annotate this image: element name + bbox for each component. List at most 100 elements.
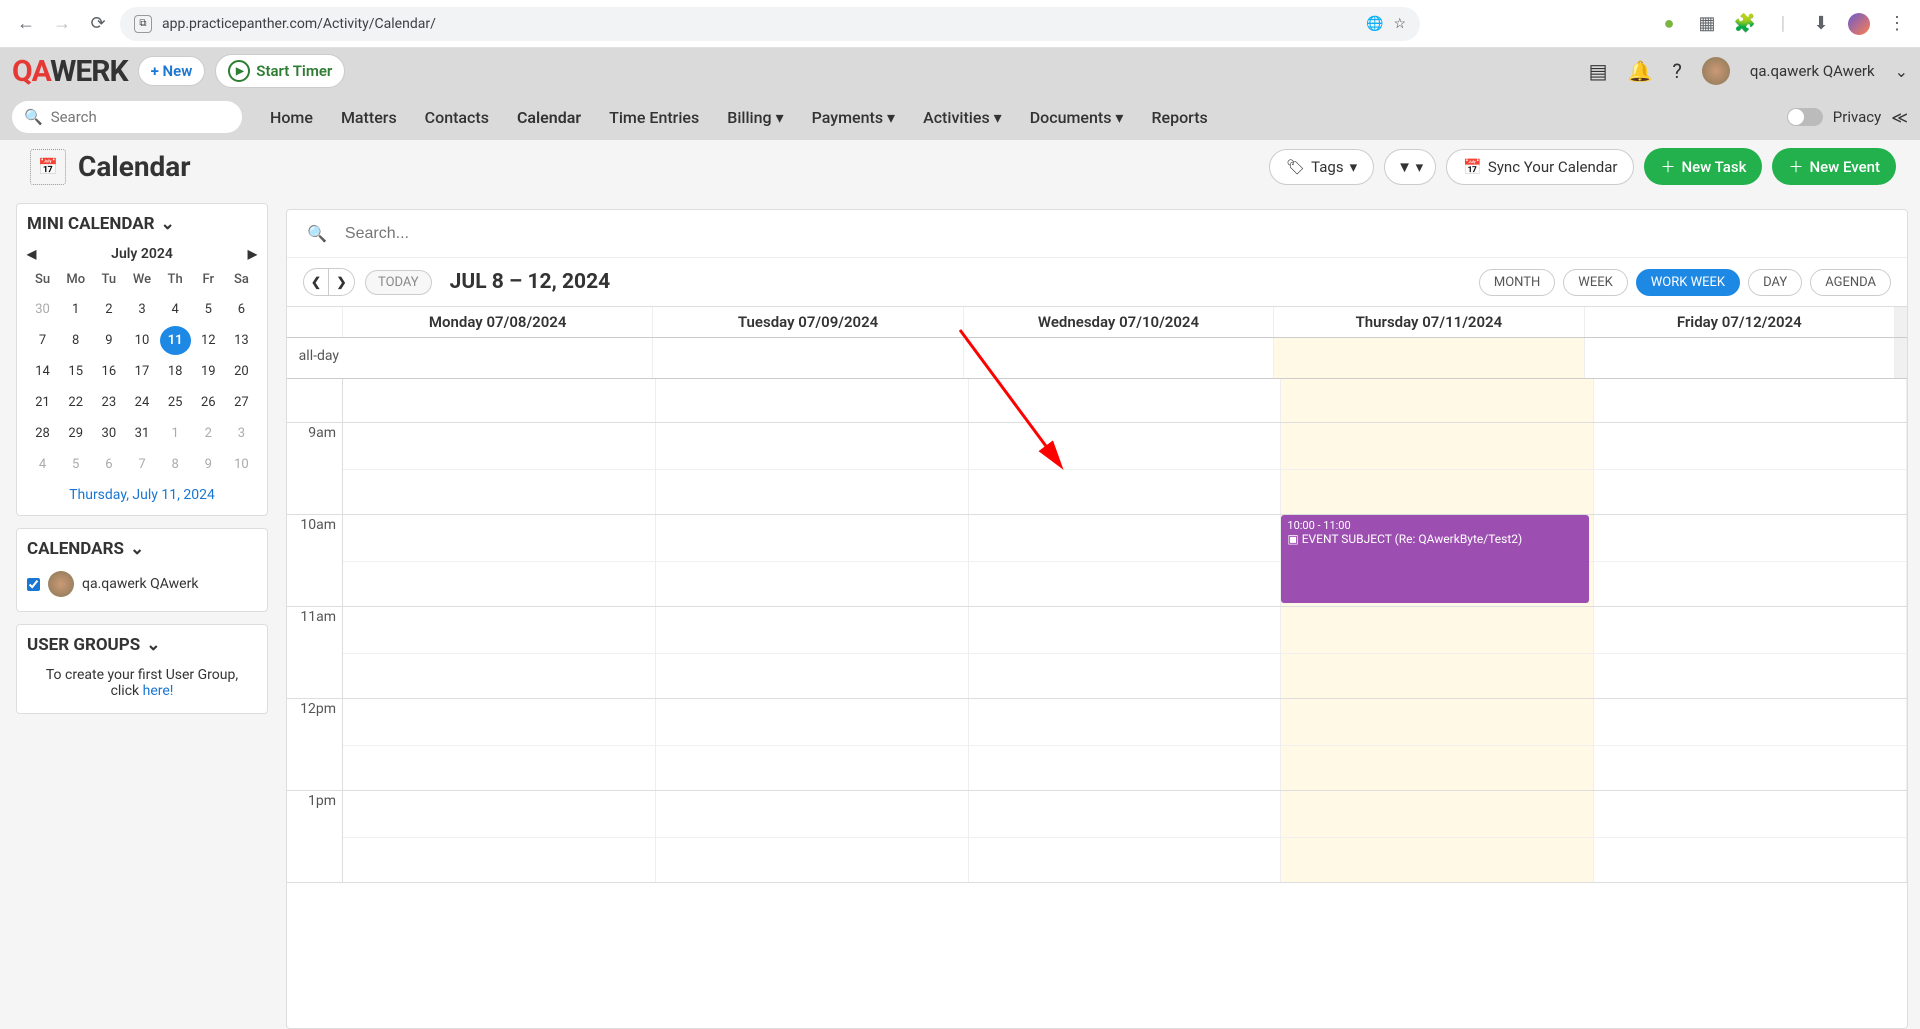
time-cell[interactable] <box>343 607 656 698</box>
user-menu-chevron-icon[interactable]: ⌄ <box>1895 62 1908 81</box>
time-cell[interactable] <box>1281 379 1594 422</box>
mini-cal-day[interactable]: 21 <box>27 388 58 417</box>
global-search-input[interactable]: 🔍 Search <box>12 101 242 133</box>
mini-cal-prev[interactable]: ◀ <box>27 247 36 261</box>
time-cell[interactable] <box>969 515 1282 606</box>
mini-cal-day[interactable]: 1 <box>60 295 91 324</box>
mini-cal-next[interactable]: ▶ <box>248 247 257 261</box>
view-btn-work-week[interactable]: WORK WEEK <box>1636 269 1740 296</box>
time-cell[interactable] <box>969 379 1282 422</box>
allday-cell[interactable] <box>964 338 1274 378</box>
view-btn-month[interactable]: MONTH <box>1479 269 1555 296</box>
help-icon[interactable]: ? <box>1672 59 1681 83</box>
allday-cell[interactable] <box>1274 338 1584 378</box>
allday-cell[interactable] <box>1585 338 1895 378</box>
download-icon[interactable]: ⬇ <box>1810 13 1832 35</box>
browser-reload-button[interactable]: ⟳ <box>84 10 112 38</box>
extension-icon[interactable]: ▦ <box>1696 13 1718 35</box>
time-cell[interactable] <box>1281 699 1594 790</box>
mini-cal-day[interactable]: 24 <box>126 388 157 417</box>
time-cell[interactable] <box>343 699 656 790</box>
new-event-button[interactable]: ＋New Event <box>1772 148 1896 185</box>
mini-cal-day[interactable]: 2 <box>193 419 224 448</box>
user-name-label[interactable]: qa.qawerk QAwerk <box>1750 62 1875 80</box>
mini-cal-day[interactable]: 9 <box>193 450 224 479</box>
mini-cal-day[interactable]: 9 <box>93 326 124 355</box>
nav-item-time-entries[interactable]: Time Entries <box>609 108 699 127</box>
mini-cal-day[interactable]: 12 <box>193 326 224 355</box>
new-task-button[interactable]: ＋New Task <box>1644 148 1762 185</box>
nav-item-activities-[interactable]: Activities ▾ <box>923 108 1002 127</box>
user-avatar[interactable] <box>1702 57 1730 85</box>
time-cell[interactable] <box>969 791 1282 882</box>
nav-item-matters[interactable]: Matters <box>341 108 397 127</box>
time-cell[interactable] <box>343 379 656 422</box>
time-cell[interactable] <box>1281 607 1594 698</box>
time-grid[interactable]: 9am10am10:00 - 11:00▣ EVENT SUBJECT (Re:… <box>287 379 1907 1028</box>
time-cell[interactable] <box>1281 423 1594 514</box>
today-button[interactable]: TODAY <box>365 270 432 295</box>
privacy-toggle[interactable] <box>1787 108 1823 126</box>
view-btn-agenda[interactable]: AGENDA <box>1810 269 1891 296</box>
time-cell[interactable] <box>343 791 656 882</box>
mini-cal-day[interactable]: 31 <box>126 419 157 448</box>
time-cell[interactable] <box>969 423 1282 514</box>
app-logo[interactable]: QAWERK <box>12 54 128 89</box>
cal-next-button[interactable]: ❯ <box>329 268 355 296</box>
mini-cal-day[interactable]: 23 <box>93 388 124 417</box>
time-cell[interactable] <box>1594 379 1907 422</box>
url-bar[interactable]: ⧉ app.practicepanther.com/Activity/Calen… <box>120 7 1420 41</box>
mini-cal-day[interactable]: 2 <box>93 295 124 324</box>
time-cell[interactable] <box>656 607 969 698</box>
calendar-search-input[interactable] <box>345 225 1887 243</box>
mini-cal-day[interactable]: 30 <box>93 419 124 448</box>
browser-profile-avatar[interactable] <box>1848 13 1870 35</box>
mini-cal-day[interactable]: 29 <box>60 419 91 448</box>
allday-cell[interactable] <box>653 338 963 378</box>
notifications-bell-icon[interactable]: 🔔 <box>1628 59 1653 83</box>
sync-calendar-button[interactable]: 📅 Sync Your Calendar <box>1446 149 1634 185</box>
mini-cal-day[interactable]: 3 <box>126 295 157 324</box>
mini-calendar-footer[interactable]: Thursday, July 11, 2024 <box>27 479 257 505</box>
mini-cal-day[interactable]: 3 <box>226 419 257 448</box>
mini-cal-day[interactable]: 28 <box>27 419 58 448</box>
time-cell[interactable] <box>656 515 969 606</box>
time-cell[interactable] <box>1594 607 1907 698</box>
new-button[interactable]: + New <box>138 56 206 86</box>
mini-cal-day[interactable]: 13 <box>226 326 257 355</box>
time-cell[interactable] <box>343 515 656 606</box>
mini-cal-day[interactable]: 18 <box>160 357 191 386</box>
mini-cal-day[interactable]: 4 <box>27 450 58 479</box>
time-cell[interactable] <box>343 423 656 514</box>
extension-green-icon[interactable]: ● <box>1658 13 1680 35</box>
time-cell[interactable] <box>656 791 969 882</box>
user-groups-here-link[interactable]: here! <box>143 683 174 699</box>
bookmark-star-icon[interactable]: ☆ <box>1393 16 1406 32</box>
mini-cal-day[interactable]: 11 <box>160 326 191 355</box>
collapse-icon[interactable]: ≪ <box>1891 108 1908 127</box>
time-cell[interactable]: 10:00 - 11:00▣ EVENT SUBJECT (Re: QAwerk… <box>1281 515 1594 606</box>
calendar-event[interactable]: 10:00 - 11:00▣ EVENT SUBJECT (Re: QAwerk… <box>1281 515 1589 603</box>
mini-cal-day[interactable]: 19 <box>193 357 224 386</box>
time-cell[interactable] <box>1594 515 1907 606</box>
allday-cell[interactable] <box>343 338 653 378</box>
mini-cal-day[interactable]: 20 <box>226 357 257 386</box>
mini-cal-day[interactable]: 16 <box>93 357 124 386</box>
time-cell[interactable] <box>1594 423 1907 514</box>
start-timer-button[interactable]: Start Timer <box>215 54 345 88</box>
mini-cal-day[interactable]: 25 <box>160 388 191 417</box>
mini-cal-day[interactable]: 27 <box>226 388 257 417</box>
tags-dropdown-button[interactable]: 🏷 Tags ▾ <box>1269 149 1374 185</box>
user-groups-title[interactable]: USER GROUPS ⌄ <box>27 635 257 655</box>
nav-item-billing-[interactable]: Billing ▾ <box>727 108 783 127</box>
time-cell[interactable] <box>1281 791 1594 882</box>
browser-back-button[interactable]: ← <box>12 10 40 38</box>
view-btn-week[interactable]: WEEK <box>1563 269 1627 296</box>
time-cell[interactable] <box>656 379 969 422</box>
time-cell[interactable] <box>969 607 1282 698</box>
mini-calendar-title[interactable]: MINI CALENDAR ⌄ <box>27 214 257 234</box>
mini-cal-day[interactable]: 15 <box>60 357 91 386</box>
mini-cal-day[interactable]: 8 <box>160 450 191 479</box>
mini-cal-day[interactable]: 7 <box>126 450 157 479</box>
calendar-user-row[interactable]: qa.qawerk QAwerk <box>27 567 257 601</box>
